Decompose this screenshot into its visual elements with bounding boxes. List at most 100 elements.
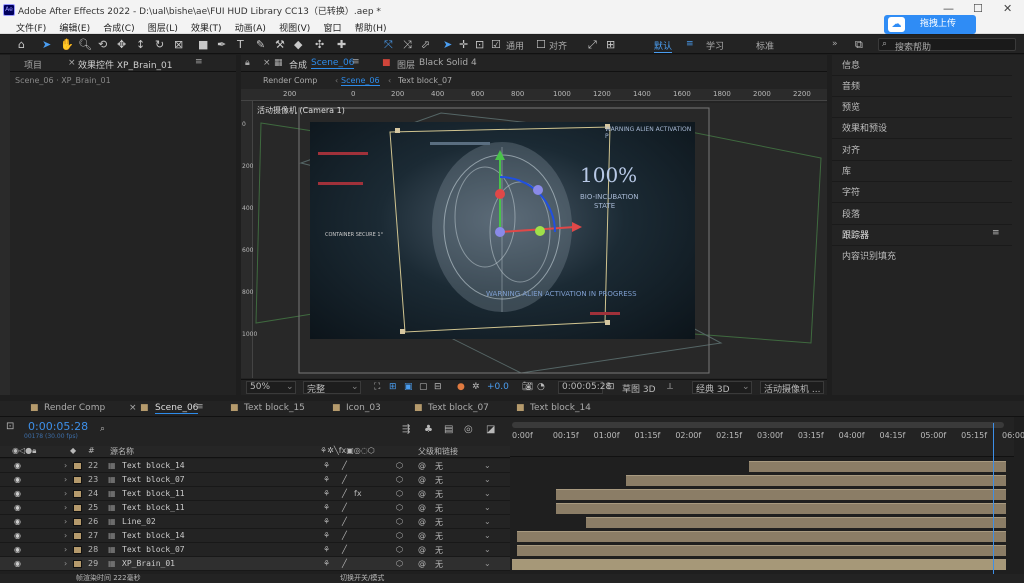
dolly-tool-icon[interactable]: ↕ (136, 38, 145, 51)
mask-icon[interactable]: ▣ (404, 382, 413, 392)
quality-switch-icon[interactable]: ╱ (342, 503, 347, 512)
comp-flowchart-icon[interactable]: ⇶ (402, 424, 410, 435)
pickwhip-icon[interactable]: @ (418, 461, 426, 470)
tab-text-block-07[interactable]: Text block_07 (428, 403, 489, 413)
eraser-tool-icon[interactable]: ◆ (294, 38, 302, 51)
brush-tool-icon[interactable]: ✎ (256, 38, 265, 51)
expand-chevron-icon[interactable]: › (64, 531, 67, 540)
snap-checkbox-icon[interactable]: ☑ (491, 38, 501, 51)
current-time[interactable]: 0:00:05:28 (28, 420, 88, 433)
3d-layer-icon[interactable]: ⬡ (396, 475, 403, 484)
workspace-learn[interactable]: 学习 (706, 39, 724, 52)
layer-tab-name[interactable]: Black Solid 4 (419, 58, 477, 68)
tab-text-block-14[interactable]: Text block_14 (530, 403, 591, 413)
shy-switch-icon[interactable]: ⚘ (323, 475, 330, 484)
quality-switch-icon[interactable]: ╱ (342, 559, 347, 568)
table-row[interactable]: ◉ › 23 ▦ Text block_07 ⚘ ╱ ⬡ @ 无 ⌄ (0, 473, 510, 487)
motion-blur-icon[interactable]: ◎ (464, 424, 473, 435)
pickwhip-icon[interactable]: @ (418, 545, 426, 554)
pickwhip-icon[interactable]: @ (418, 517, 426, 526)
quality-switch-icon[interactable]: ╱ (342, 475, 347, 484)
display-icon[interactable]: ⧉ (855, 38, 863, 52)
layer-name[interactable]: Text block_14 (122, 531, 185, 540)
layer-duration-bar[interactable] (516, 531, 1006, 542)
current-time-indicator[interactable] (993, 423, 994, 583)
type-tool-icon[interactable]: T (237, 38, 244, 51)
exposure-value[interactable]: +0.0 (487, 382, 509, 392)
tab-render-comp[interactable]: Render Comp (44, 403, 105, 413)
shy-switch-icon[interactable]: ⚘ (323, 517, 330, 526)
label-color-swatch[interactable] (73, 532, 82, 540)
draft-3d-toggle-icon[interactable]: ♣ (424, 424, 433, 435)
parent-select[interactable]: 无 (435, 503, 443, 514)
panel-character[interactable]: 字符 (842, 185, 860, 198)
panel-preview[interactable]: 预览 (842, 100, 860, 113)
visibility-icon[interactable]: ◉ (14, 489, 21, 498)
transparency-grid-icon[interactable]: ⊞ (389, 382, 397, 392)
3d-layer-icon[interactable]: ⬡ (396, 461, 403, 470)
rotate-tool-icon[interactable]: ↻ (155, 38, 164, 51)
frame-blend-icon[interactable]: ▤ (444, 424, 453, 435)
orbit-tool-icon[interactable]: ⟲ (98, 38, 107, 51)
expand-chevron-icon[interactable]: › (64, 559, 67, 568)
pen-tool-icon[interactable]: ✒ (217, 38, 226, 51)
rectangle-tool-icon[interactable]: ■ (198, 38, 208, 51)
flow-text-block-07[interactable]: Text block_07 (398, 76, 452, 85)
label-color-swatch[interactable] (73, 462, 82, 470)
visibility-icon[interactable]: ◉ (14, 559, 21, 568)
parent-select[interactable]: 无 (435, 489, 443, 500)
panel-menu-icon[interactable]: ≡ (195, 57, 203, 67)
shy-switch-icon[interactable]: ⚘ (323, 531, 330, 540)
menu-composition[interactable]: 合成(C) (103, 20, 134, 34)
menu-animation[interactable]: 动画(A) (235, 20, 266, 34)
3d-layer-icon[interactable]: ⬡ (396, 489, 403, 498)
workspace-menu-icon[interactable]: ≡ (686, 39, 694, 49)
channel-icon[interactable]: ⊟ (434, 382, 442, 392)
minimize-icon[interactable]: — (943, 2, 954, 15)
quality-switch-icon[interactable]: ╱ (342, 517, 347, 526)
shy-switch-icon[interactable]: ⚘ (323, 545, 330, 554)
panel-paragraph[interactable]: 段落 (842, 207, 860, 220)
3d-layer-icon[interactable]: ⬡ (396, 545, 403, 554)
layer-name[interactable]: Text block_11 (122, 503, 185, 512)
expand-chevron-icon[interactable]: › (64, 517, 67, 526)
puppet-tool-icon[interactable]: ✚ (337, 38, 346, 51)
shy-switch-icon[interactable]: ⚘ (323, 503, 330, 512)
local-axis-icon[interactable]: ⤧ (384, 38, 393, 52)
table-row[interactable]: ◉ › 26 ▦ Line_02 ⚘ ╱ ⬡ @ 无 ⌄ (0, 515, 510, 529)
graph-editor-icon[interactable]: ◪ (486, 424, 495, 435)
anchor-tool-icon[interactable]: ⊠ (174, 38, 183, 51)
panel-libraries[interactable]: 库 (842, 164, 851, 177)
flow-scene-06[interactable]: Scene_06 (341, 76, 380, 86)
source-name-column[interactable]: 源名称 (110, 446, 134, 457)
visibility-icon[interactable]: ◉ (14, 503, 21, 512)
tab-layer[interactable]: 图层 (397, 58, 415, 71)
pan-tool-icon[interactable]: ✥ (117, 38, 126, 51)
toggle-switches[interactable]: 切换开关/模式 (340, 573, 384, 583)
tab-text-block-15[interactable]: Text block_15 (244, 403, 305, 413)
zoom-tool-icon[interactable]: 🔍︎ (78, 38, 92, 51)
draft-3d-label[interactable]: 草图 3D (622, 382, 656, 395)
panel-menu-icon[interactable]: ≡ (196, 402, 204, 412)
table-row[interactable]: ◉ › 24 ▦ Text block_11 ⚘ ╱ fx ⬡ @ 无 ⌄ (0, 487, 510, 501)
expand-chevron-icon[interactable]: › (64, 461, 67, 470)
layer-duration-bar[interactable] (516, 545, 1006, 556)
tab-icon-03[interactable]: Icon_03 (346, 403, 381, 413)
table-row[interactable]: ◉ › 25 ▦ Text block_11 ⚘ ╱ ⬡ @ 无 ⌄ (0, 501, 510, 515)
layer-duration-bar[interactable] (749, 461, 1006, 472)
panel-menu-icon[interactable]: ≡ (992, 228, 1000, 238)
layer-duration-bar[interactable] (586, 517, 1006, 528)
menu-effect[interactable]: 效果(T) (191, 20, 222, 34)
panel-tracker[interactable]: 跟踪器 (842, 228, 869, 241)
move-3d-icon[interactable]: ✛ (459, 38, 468, 51)
panel-content-aware-fill[interactable]: 内容识别填充 (842, 249, 896, 262)
region-icon[interactable]: ⛶ (374, 382, 380, 392)
visibility-icon[interactable]: ◉ (14, 475, 21, 484)
visibility-icon[interactable]: ◉ (14, 545, 21, 554)
expand-chevron-icon[interactable]: › (64, 545, 67, 554)
shy-switch-icon[interactable]: ⚘ (323, 461, 330, 470)
quality-switch-icon[interactable]: ╱ (342, 489, 347, 498)
layer-name[interactable]: Line_02 (122, 517, 156, 526)
pickwhip-icon[interactable]: @ (418, 489, 426, 498)
flow-render-comp[interactable]: Render Comp (263, 76, 317, 85)
